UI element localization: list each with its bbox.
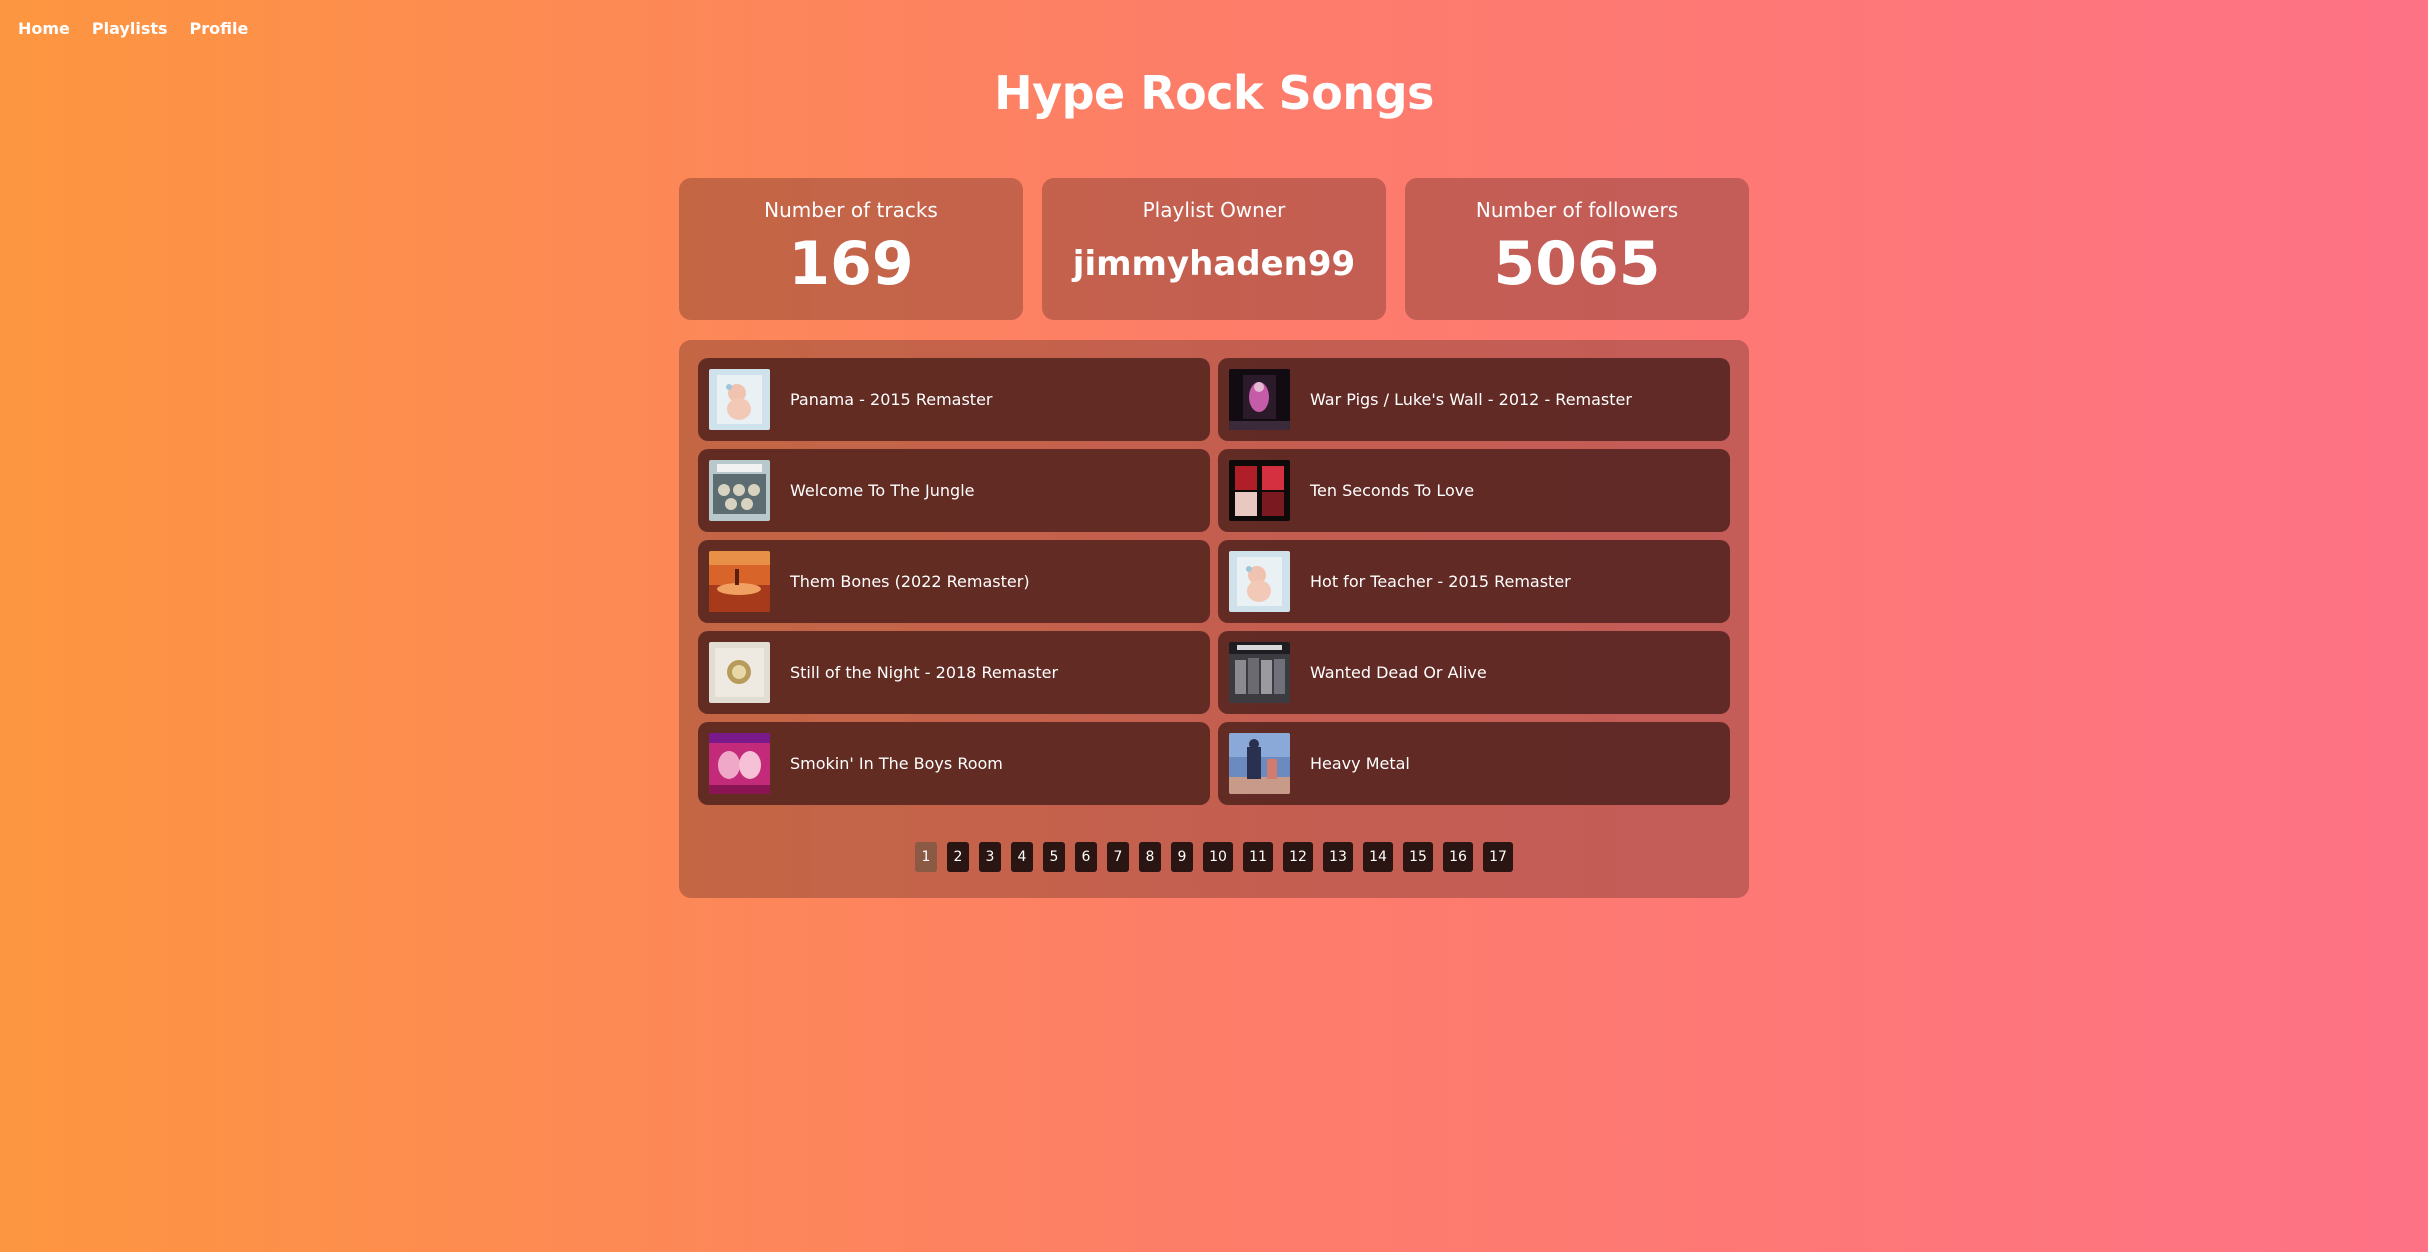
followers-count-label: Number of followers <box>1475 198 1679 222</box>
nav-home-link[interactable]: Home <box>18 19 70 38</box>
tracks-count-card: Number of tracks 169 <box>679 178 1023 320</box>
desert-sunset-album-cover <box>709 551 770 612</box>
owner-card: Playlist Owner jimmyhaden99 <box>1042 178 1386 320</box>
bon-jovi-album-cover <box>1229 642 1290 703</box>
track-title: Wanted Dead Or Alive <box>1310 663 1487 682</box>
track-item[interactable]: Welcome To The Jungle <box>698 449 1210 532</box>
page-button[interactable]: 16 <box>1443 842 1473 872</box>
track-item[interactable]: War Pigs / Luke's Wall - 2012 - Remaster <box>1218 358 1730 441</box>
nav-profile-link[interactable]: Profile <box>190 19 249 38</box>
track-item[interactable]: Wanted Dead Or Alive <box>1218 631 1730 714</box>
track-item[interactable]: Still of the Night - 2018 Remaster <box>698 631 1210 714</box>
gnr-cross-album-cover <box>709 460 770 521</box>
playlist-stats: Number of tracks 169 Playlist Owner jimm… <box>679 178 1749 320</box>
page-button[interactable]: 14 <box>1363 842 1393 872</box>
page-button[interactable]: 10 <box>1203 842 1233 872</box>
track-item[interactable]: Hot for Teacher - 2015 Remaster <box>1218 540 1730 623</box>
track-item[interactable]: Smokin' In The Boys Room <box>698 722 1210 805</box>
baby-cherub-album-cover <box>1229 551 1290 612</box>
track-title: Ten Seconds To Love <box>1310 481 1475 500</box>
pink-faces-album-cover <box>709 733 770 794</box>
track-title: Panama - 2015 Remaster <box>790 390 993 409</box>
track-title: Hot for Teacher - 2015 Remaster <box>1310 572 1571 591</box>
track-title: Them Bones (2022 Remaster) <box>790 572 1030 591</box>
track-item[interactable]: Heavy Metal <box>1218 722 1730 805</box>
serpent-emblem-album-cover <box>709 642 770 703</box>
page-button[interactable]: 12 <box>1283 842 1313 872</box>
page-button[interactable]: 7 <box>1107 842 1129 872</box>
band-photo-album-cover <box>1229 460 1290 521</box>
page-button[interactable]: 4 <box>1011 842 1033 872</box>
dark-figure-album-cover <box>1229 369 1290 430</box>
track-item[interactable]: Ten Seconds To Love <box>1218 449 1730 532</box>
top-nav: Home Playlists Profile <box>18 19 248 38</box>
blue-figure-album-cover <box>1229 733 1290 794</box>
page-button[interactable]: 13 <box>1323 842 1353 872</box>
owner-label: Playlist Owner <box>1142 198 1286 222</box>
followers-count-card: Number of followers 5065 <box>1405 178 1749 320</box>
baby-cherub-album-cover <box>709 369 770 430</box>
tracks-count-value: 169 <box>788 229 914 299</box>
page-button[interactable]: 11 <box>1243 842 1273 872</box>
followers-count-value: 5065 <box>1493 229 1661 299</box>
playlist-title: Hype Rock Songs <box>994 66 1434 120</box>
track-title: Smokin' In The Boys Room <box>790 754 1003 773</box>
page-button[interactable]: 8 <box>1139 842 1161 872</box>
page-button[interactable]: 9 <box>1171 842 1193 872</box>
track-title: Heavy Metal <box>1310 754 1410 773</box>
page-button[interactable]: 2 <box>947 842 969 872</box>
page-button[interactable]: 15 <box>1403 842 1433 872</box>
track-title: War Pigs / Luke's Wall - 2012 - Remaster <box>1310 390 1632 409</box>
page-button[interactable]: 5 <box>1043 842 1065 872</box>
nav-playlists-link[interactable]: Playlists <box>92 19 168 38</box>
track-title: Still of the Night - 2018 Remaster <box>790 663 1059 682</box>
track-title: Welcome To The Jungle <box>790 481 975 500</box>
page-button[interactable]: 3 <box>979 842 1001 872</box>
track-item[interactable]: Them Bones (2022 Remaster) <box>698 540 1210 623</box>
page-button[interactable]: 6 <box>1075 842 1097 872</box>
page-button[interactable]: 17 <box>1483 842 1513 872</box>
tracks-count-label: Number of tracks <box>764 198 938 222</box>
pagination: 1 2 3 4 5 6 7 8 9 10 11 12 13 14 15 16 1… <box>679 842 1749 872</box>
tracks-panel: Panama - 2015 Remaster War Pigs / Luke's… <box>679 340 1749 898</box>
page-button-current[interactable]: 1 <box>915 842 937 872</box>
track-item[interactable]: Panama - 2015 Remaster <box>698 358 1210 441</box>
owner-value: jimmyhaden99 <box>1072 244 1356 284</box>
track-list: Panama - 2015 Remaster War Pigs / Luke's… <box>698 358 1730 805</box>
